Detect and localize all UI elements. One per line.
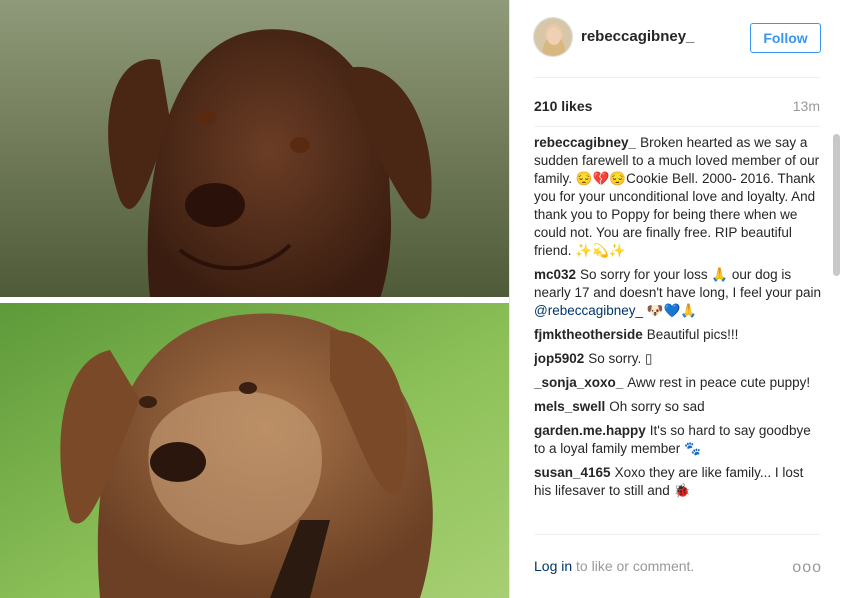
comment: garden.me.happy It's so hard to say goodb…	[534, 422, 822, 458]
divider	[534, 77, 820, 78]
comment-text: So sorry for your loss 🙏 our dog is near…	[534, 267, 822, 300]
username[interactable]: rebeccagibney_	[581, 28, 694, 45]
avatar[interactable]	[533, 17, 573, 57]
comment: _sonja_xoxo_ Aww rest in peace cute puppy…	[534, 374, 822, 392]
comment-username[interactable]: jop5902	[534, 351, 584, 366]
divider	[534, 126, 820, 127]
likes-count[interactable]: 210 likes	[534, 98, 592, 114]
comment: susan_4165 Xoxo they are like family... I…	[534, 464, 822, 500]
post-photo[interactable]	[0, 0, 509, 598]
comment: fjmktheotherside Beautiful pics!!!	[534, 326, 822, 344]
scrollbar-thumb[interactable]	[833, 134, 840, 276]
caption: rebeccagibney_ Broken hearted as we say a…	[534, 134, 822, 260]
comment-text: Beautiful pics!!!	[646, 327, 739, 342]
divider	[534, 534, 820, 535]
comment: mc032 So sorry for your loss 🙏 our dog is…	[534, 266, 822, 320]
login-prompt: Log in to like or comment.	[534, 558, 694, 574]
comment: mels_swell Oh sorry so sad	[534, 398, 822, 416]
comment-text: So sorry. ▯	[588, 351, 653, 366]
comments-list[interactable]: rebeccagibney_ Broken hearted as we say a…	[534, 134, 822, 532]
more-options-icon[interactable]: ooo	[792, 559, 822, 577]
comments-scrollbar[interactable]	[833, 130, 841, 532]
mention-link[interactable]: @rebeccagibney_	[534, 303, 643, 318]
comment-username[interactable]: _sonja_xoxo_	[534, 375, 623, 390]
comment-text: Aww rest in peace cute puppy!	[627, 375, 811, 390]
comment-text: Broken hearted as we say a sudden farewe…	[534, 135, 820, 258]
comment-username[interactable]: mc032	[534, 267, 576, 282]
follow-button[interactable]: Follow	[750, 23, 821, 53]
comment: jop5902 So sorry. ▯	[534, 350, 822, 368]
comment-text: Oh sorry so sad	[609, 399, 705, 414]
dog-collage-image	[0, 0, 509, 598]
comment-emoji: 🐶💙🙏	[643, 303, 698, 318]
post-header: rebeccagibney_ Follow	[510, 0, 844, 76]
login-link[interactable]: Log in	[534, 558, 572, 574]
post-sidebar: rebeccagibney_ Follow 210 likes 13m rebe…	[509, 0, 844, 598]
comment-username[interactable]: mels_swell	[534, 399, 605, 414]
comment-username[interactable]: susan_4165	[534, 465, 611, 480]
comment-username[interactable]: rebeccagibney_	[534, 135, 636, 150]
comment-username[interactable]: garden.me.happy	[534, 423, 646, 438]
login-prompt-text: to like or comment.	[572, 558, 695, 574]
post-time[interactable]: 13m	[793, 98, 820, 114]
comment-username[interactable]: fjmktheotherside	[534, 327, 643, 342]
